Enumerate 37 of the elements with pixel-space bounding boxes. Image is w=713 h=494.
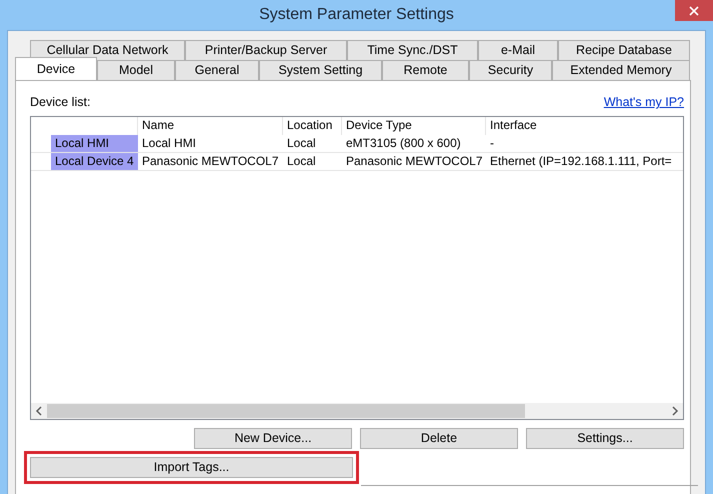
tab[interactable]: e-Mail <box>478 40 558 60</box>
table-cell-text: Panasonic MEWTOCOL7 <box>345 152 484 170</box>
tab[interactable]: Security <box>469 60 552 80</box>
row-header[interactable]: Local Device 4 <box>51 152 138 170</box>
table-cell-text: Local HMI <box>141 134 198 152</box>
close-button[interactable] <box>675 0 713 21</box>
device-list-label: Device list: <box>30 94 90 111</box>
settings-button[interactable]: Settings... <box>526 428 684 449</box>
table-cell-text: eMT3105 (800 x 600) <box>345 134 462 152</box>
table-cell-text: Ethernet (IP=192.168.1.111, Port= <box>489 152 672 170</box>
new-device-button[interactable]: New Device... <box>194 428 352 449</box>
tab[interactable]: Cellular Data Network <box>30 40 185 60</box>
tab[interactable]: System Setting <box>259 60 382 80</box>
table-cell-text: Local <box>286 152 317 170</box>
table-cell-text: Panasonic MEWTOCOL7 <box>141 152 280 170</box>
window-title: System Parameter Settings <box>259 6 454 23</box>
table-cell-text: - <box>489 134 494 152</box>
whats-my-ip-link[interactable]: What's my IP? <box>604 93 684 112</box>
column-header[interactable]: Device Type <box>342 116 486 135</box>
tab[interactable]: Remote <box>382 60 469 80</box>
tab[interactable]: Printer/Backup Server <box>185 40 347 60</box>
tab[interactable]: General <box>175 60 259 80</box>
close-icon <box>689 6 699 16</box>
import-tags-button[interactable]: Import Tags... <box>30 456 353 478</box>
column-header[interactable]: Interface <box>486 116 683 135</box>
tab[interactable]: Time Sync./DST <box>347 40 478 60</box>
delete-button[interactable]: Delete <box>360 428 518 449</box>
table-cell-text: Local <box>286 134 317 152</box>
horizontal-scrollbar[interactable] <box>31 402 683 419</box>
tab[interactable]: Recipe Database <box>558 40 690 60</box>
tab[interactable]: Device <box>15 57 97 80</box>
column-header[interactable]: Name <box>138 116 283 135</box>
row-header[interactable]: Local HMI <box>51 134 138 152</box>
column-header[interactable]: Location <box>283 116 342 135</box>
tab[interactable]: Model <box>97 60 175 80</box>
scrollbar-thumb[interactable] <box>47 404 525 418</box>
tab[interactable]: Extended Memory <box>552 60 690 80</box>
